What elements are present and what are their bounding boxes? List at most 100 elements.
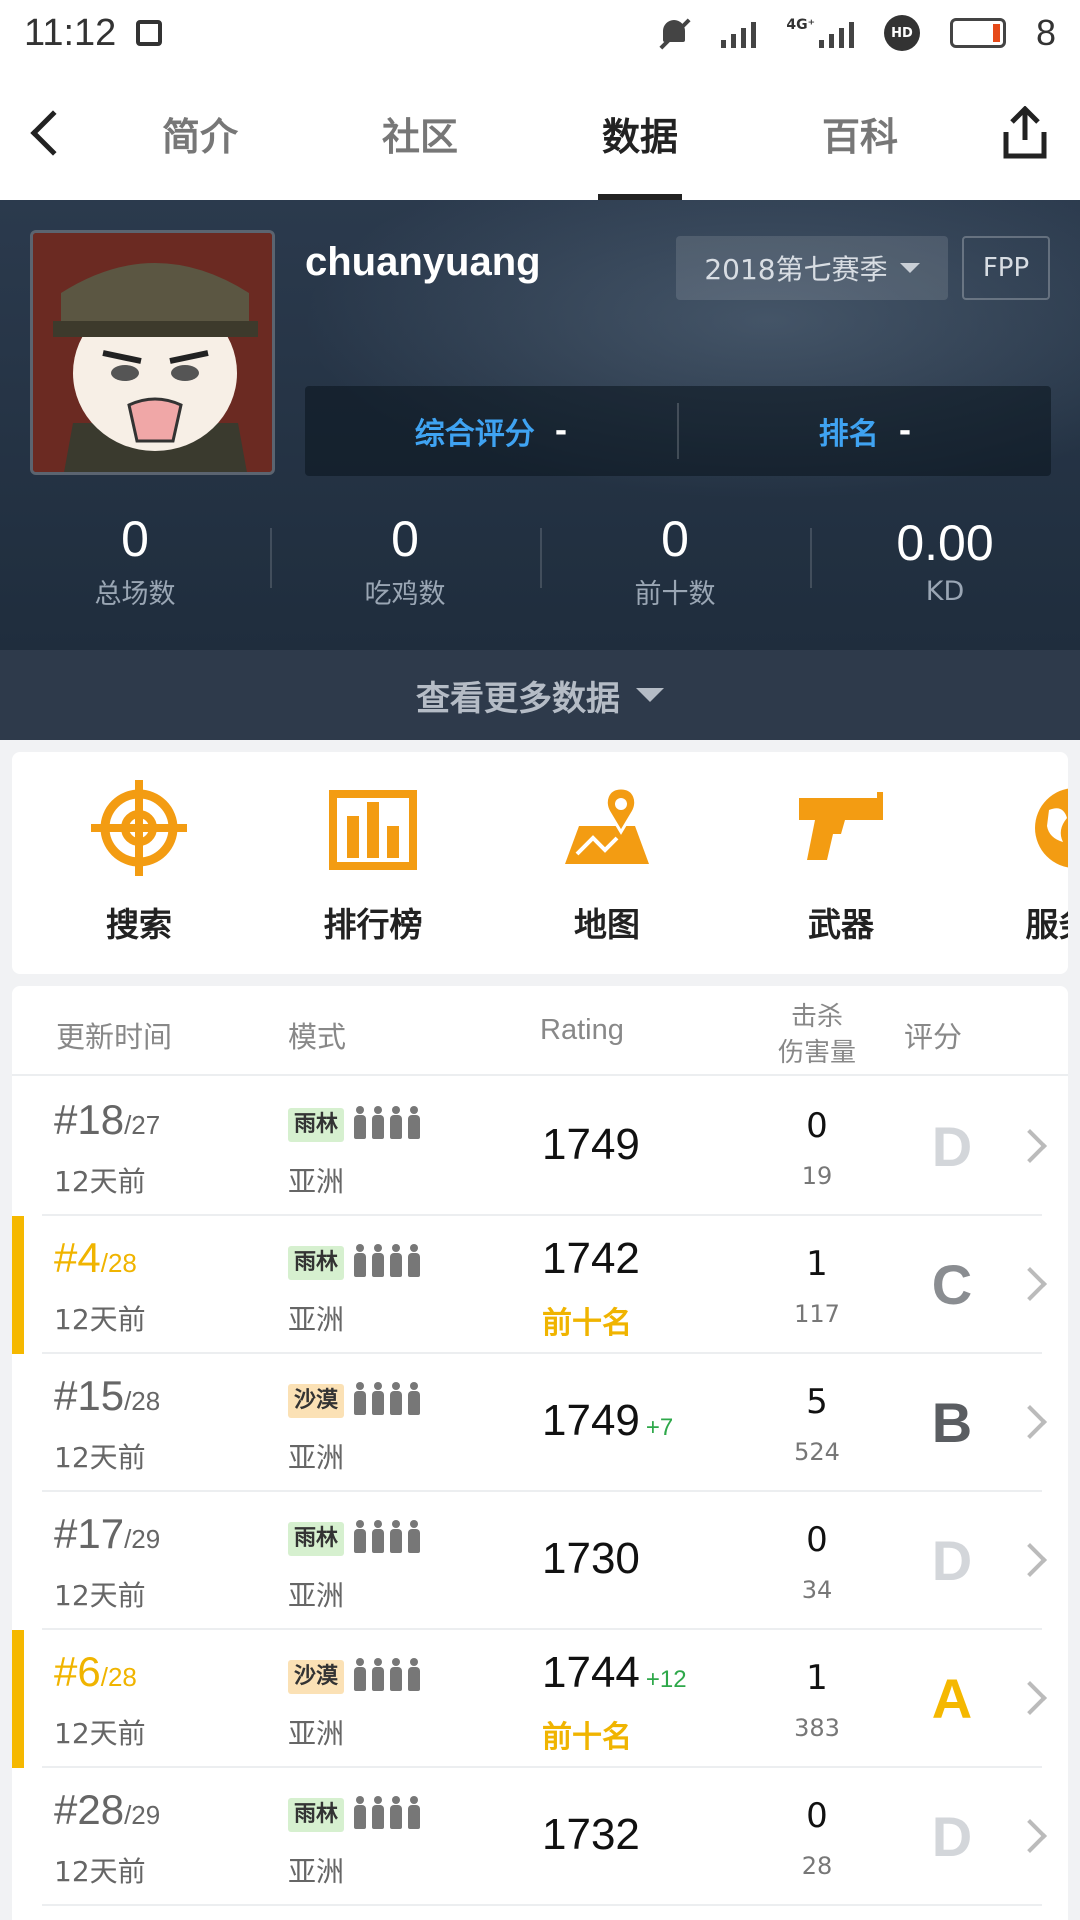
damage: 117 (794, 1300, 840, 1328)
squad-icon (354, 1106, 420, 1140)
rating-value: 1744 +12 (542, 1648, 687, 1698)
top-nav: 简介 社区 数据 百科 (0, 66, 1080, 200)
stat-total-matches: 0 总场数 (0, 500, 270, 620)
rating-number: 1732 (542, 1810, 640, 1859)
placement: #28/29 (54, 1786, 160, 1834)
placement-rank: #17 (54, 1510, 125, 1557)
updated-time: 12天前 (54, 1717, 146, 1750)
pistol-icon (799, 792, 883, 860)
placement-total: /28 (124, 1386, 161, 1416)
chevron-right-icon (1013, 1681, 1047, 1715)
quick-item-map[interactable]: 地图 (512, 752, 702, 974)
table-row[interactable]: #6/28 12天前 沙漠 亚洲 1744 +12 前十名 1 383 A (12, 1630, 1068, 1768)
avatar[interactable] (30, 230, 275, 475)
placement-rank: #4 (54, 1234, 101, 1281)
updated-time: 12天前 (54, 1303, 146, 1336)
share-icon (1003, 106, 1047, 159)
table-header: 更新时间 模式 Rating 击杀 伤害量 评分 (12, 986, 1068, 1076)
tab-intro[interactable]: 简介 (90, 66, 310, 200)
overall-rating-label: 综合评分 (414, 417, 535, 452)
kills: 1 (806, 1658, 828, 1698)
mode-toggle-button[interactable]: FPP (962, 236, 1050, 300)
table-row[interactable]: #28/29 12天前 雨林 亚洲 1732 0 28 D (12, 1768, 1068, 1906)
season-dropdown[interactable]: 2018第七赛季 (676, 236, 948, 300)
updated-time: 12天前 (54, 1579, 146, 1612)
quick-item-leaderboard[interactable]: 排行榜 (278, 752, 468, 974)
table-row[interactable]: #4/28 12天前 雨林 亚洲 1742 前十名 1 117 C (12, 1216, 1068, 1354)
updated-time: 12天前 (54, 1855, 146, 1888)
overall-rating: 综合评分 - (305, 409, 677, 453)
header-time: 更新时间 (56, 1020, 173, 1054)
grade: A (931, 1667, 973, 1730)
table-row[interactable]: #17/29 12天前 雨林 亚洲 1730 0 34 D (12, 1492, 1068, 1630)
kills: 5 (806, 1382, 828, 1422)
region: 亚洲 (288, 1855, 345, 1888)
rating-number: 1730 (542, 1534, 640, 1583)
stat-value: 0.00 (896, 514, 994, 571)
grade: D (931, 1115, 973, 1178)
header-kills: 击杀 (790, 1002, 843, 1032)
quick-item-label: 地图 (574, 905, 640, 944)
quick-item-servers[interactable]: 服务器 (980, 752, 1068, 974)
top10-label: 前十名 (542, 1720, 632, 1755)
back-button[interactable] (0, 66, 90, 200)
damage: 524 (794, 1438, 840, 1466)
updated-time: 12天前 (54, 1165, 146, 1198)
signal-icon (721, 18, 757, 48)
map-badge: 雨林 (288, 1246, 345, 1280)
kills: 0 (806, 1796, 828, 1836)
stat-top10: 0 前十数 (540, 500, 810, 620)
quick-item-search[interactable]: 搜索 (44, 752, 234, 974)
placement-rank: #6 (54, 1648, 101, 1695)
map-badge: 雨林 (288, 1522, 345, 1556)
rating-value: 1730 (542, 1534, 640, 1584)
quick-item-label: 服务器 (1025, 905, 1069, 944)
username: chuanyuang (305, 240, 541, 284)
status-bar: 11:12 4G⁺ HD 8 (0, 0, 1080, 66)
table-row[interactable]: #15/28 12天前 沙漠 亚洲 1749 +7 5 524 B (12, 1354, 1068, 1492)
rating-value: 1749 (542, 1120, 640, 1170)
region: 亚洲 (288, 1165, 345, 1198)
stat-label: 总场数 (94, 578, 176, 610)
rating-number: 1744 (542, 1648, 640, 1697)
squad-icon (354, 1382, 420, 1416)
squad-icon (354, 1658, 420, 1692)
profile-header: chuanyuang 2018第七赛季 FPP 综合评分 - 排名 - 0 总场… (0, 200, 1080, 650)
chevron-right-icon (1013, 1819, 1047, 1853)
network-type: 4G⁺ (786, 17, 815, 33)
hd-voice-icon: HD (883, 15, 920, 51)
rating-value: 1742 (542, 1234, 640, 1284)
quick-menu: 搜索 排行榜 地图 武器 服务器 (12, 752, 1068, 974)
tab-data[interactable]: 数据 (530, 66, 750, 200)
rating-summary: 综合评分 - 排名 - (305, 386, 1051, 476)
placement-rank: #18 (54, 1096, 125, 1143)
squad-icon (354, 1244, 420, 1278)
share-button[interactable] (970, 66, 1080, 200)
rating-number: 1742 (542, 1234, 640, 1283)
region: 亚洲 (288, 1441, 345, 1474)
stat-value: 0 (391, 510, 419, 567)
tab-community[interactable]: 社区 (310, 66, 530, 200)
grade: D (931, 1529, 973, 1592)
grade: D (931, 1805, 973, 1868)
quick-item-label: 武器 (808, 905, 874, 944)
tab-bar: 简介 社区 数据 百科 (90, 66, 970, 200)
placement-total: /29 (124, 1524, 161, 1554)
grade: B (931, 1391, 973, 1454)
rank-label: 排名 (818, 417, 879, 452)
map-badge: 雨林 (288, 1798, 345, 1832)
stat-label: 吃鸡数 (364, 578, 446, 610)
top10-highlight-bar (12, 1216, 24, 1354)
placement: #15/28 (54, 1372, 160, 1420)
notification-icon (136, 20, 163, 46)
view-more-data-button[interactable]: 查看更多数据 (0, 650, 1080, 740)
table-row[interactable]: #18/27 12天前 雨林 亚洲 1749 0 19 D (12, 1078, 1068, 1216)
chevron-down-icon (899, 263, 920, 273)
grade: C (931, 1253, 973, 1316)
match-history-table: 更新时间 模式 Rating 击杀 伤害量 评分 #18/27 12天前 雨林 亚洲 1… (12, 986, 1068, 1920)
kills: 0 (806, 1106, 828, 1146)
chevron-right-icon (1013, 1405, 1047, 1439)
squad-icon (354, 1796, 420, 1830)
quick-item-weapons[interactable]: 武器 (746, 752, 936, 974)
tab-wiki[interactable]: 百科 (750, 66, 970, 200)
